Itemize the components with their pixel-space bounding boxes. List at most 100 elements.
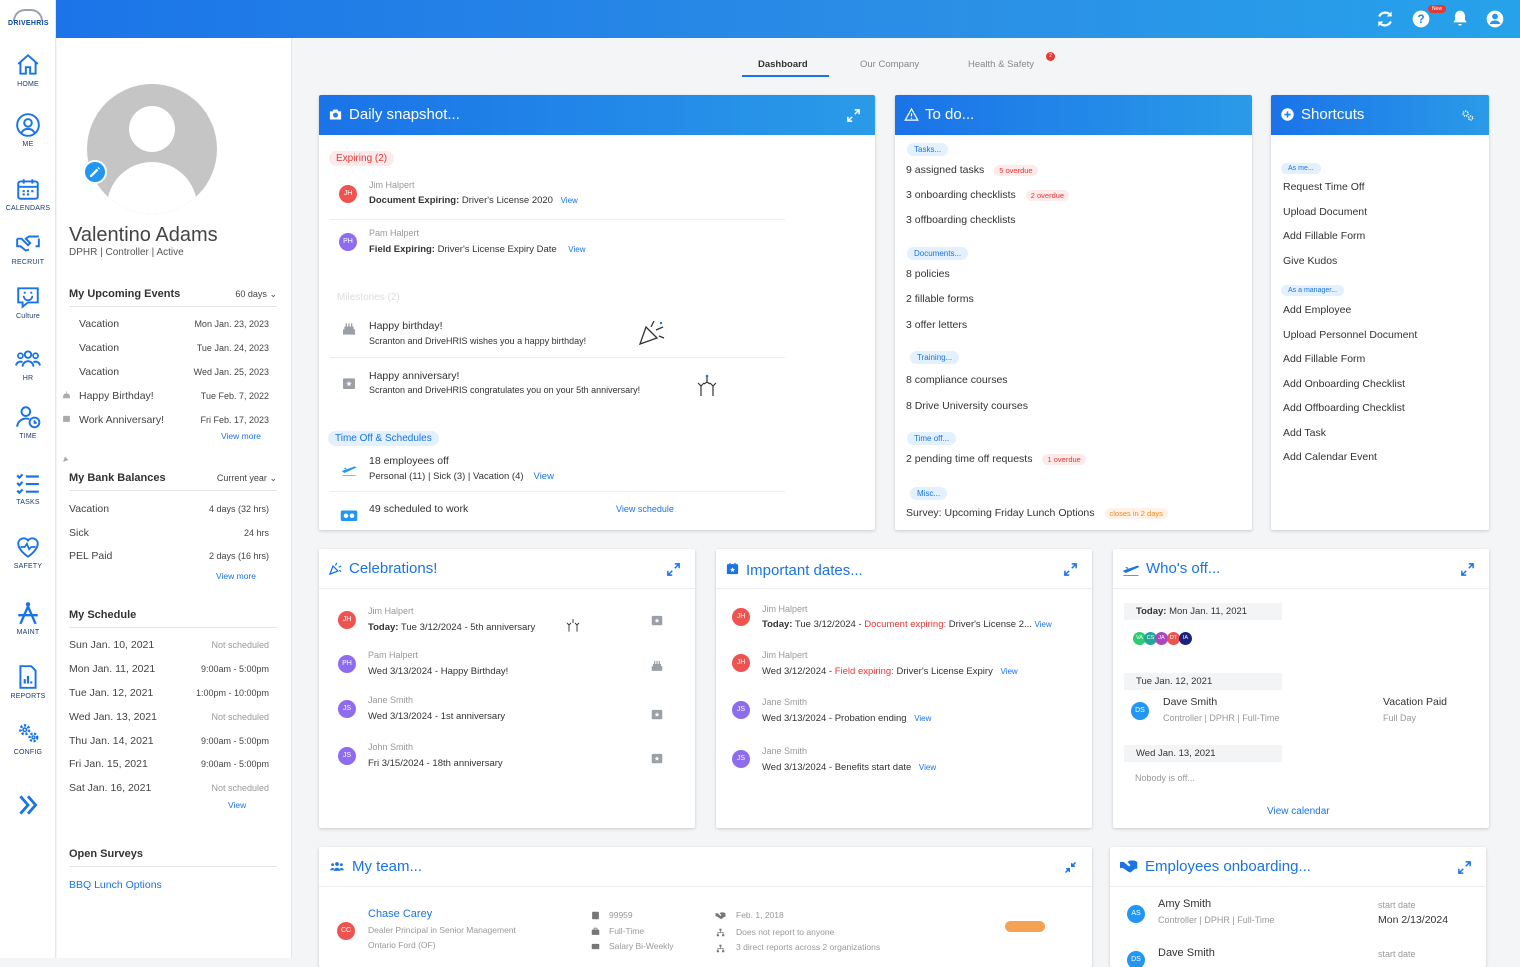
team-member-role: Dealer Principal in Senior Management — [368, 925, 516, 935]
calendar-star-icon[interactable] — [650, 707, 664, 721]
nav-maint[interactable]: MAINT — [0, 600, 56, 636]
survey-link[interactable]: BBQ Lunch Options — [69, 879, 162, 891]
person-name: Dave Smith — [1158, 947, 1215, 959]
calendar-star-icon[interactable] — [650, 613, 664, 627]
employee-id: 99959 — [609, 910, 633, 920]
expiring-pill: Expiring (2) — [329, 151, 395, 166]
todo-item[interactable]: 9 assigned tasks 5 overdue — [906, 164, 1038, 176]
todo-item[interactable]: 2 pending time off requests 1 overdue — [906, 453, 1086, 465]
event-row[interactable]: Happy Birthday! Tue Feb. 7, 2022 — [79, 390, 269, 402]
nav-label: TIME — [19, 433, 37, 440]
schedule-row: Sat Jan. 16, 2021 Not scheduled — [69, 782, 269, 794]
todo-item[interactable]: 8 Drive University courses — [906, 400, 1028, 412]
nav-expand[interactable] — [0, 792, 56, 818]
shortcut-request-time-off[interactable]: Request Time Off — [1283, 181, 1365, 193]
schedule-row: Sun Jan. 10, 2021 Not scheduled — [69, 639, 269, 651]
nav-label: ME — [22, 141, 34, 148]
view-link[interactable]: View — [919, 763, 936, 772]
nav-reports[interactable]: REPORTS — [0, 664, 56, 700]
shortcut-add-offboarding-checklist[interactable]: Add Offboarding Checklist — [1283, 402, 1405, 414]
nav-time[interactable]: TIME — [0, 404, 56, 440]
event-row[interactable]: Vacation Tue Jan. 24, 2023 — [79, 342, 269, 354]
settings-gears-icon[interactable] — [1460, 108, 1475, 123]
event-row[interactable]: Vacation Wed Jan. 25, 2023 — [79, 366, 269, 378]
view-schedule-link[interactable]: View schedule — [616, 504, 674, 514]
bell-icon[interactable] — [1450, 9, 1470, 29]
calendar-icon — [17, 179, 39, 200]
schedule-view-link[interactable]: View — [228, 800, 246, 810]
money-icon — [591, 943, 600, 950]
shortcut-add-onboarding-checklist[interactable]: Add Onboarding Checklist — [1283, 378, 1405, 390]
shortcut-add-fillable-form[interactable]: Add Fillable Form — [1283, 353, 1365, 365]
person-name: Jim Halpert — [762, 650, 808, 660]
todo-item[interactable]: 8 policies — [906, 268, 950, 280]
calendar-star-icon — [63, 415, 70, 422]
view-link[interactable]: View — [1035, 620, 1052, 629]
app-logo[interactable]: DRIVEHRIS — [0, 0, 56, 38]
employees-off: 18 employees off — [369, 455, 449, 467]
todo-item[interactable]: Survey: Upcoming Friday Lunch Options clo… — [906, 507, 1168, 519]
view-link[interactable]: View — [914, 714, 931, 723]
tab-health-safety[interactable]: Health & Safety — [968, 59, 1034, 70]
expand-icon[interactable] — [1063, 562, 1078, 577]
nav-home[interactable]: HOME — [0, 52, 56, 88]
card-header: Who's off... — [1113, 549, 1489, 589]
handshake-icon — [715, 912, 726, 920]
shortcut-add-task[interactable]: Add Task — [1283, 427, 1326, 439]
todo-group-label: Misc... — [910, 487, 948, 500]
nav-culture[interactable]: Culture — [0, 284, 56, 320]
expand-icon[interactable] — [846, 108, 861, 123]
expand-icon[interactable] — [1460, 562, 1475, 577]
nav-safety[interactable]: SAFETY — [0, 534, 56, 570]
edit-avatar-button[interactable] — [83, 160, 107, 184]
handshake-icon — [16, 235, 40, 252]
view-calendar-link[interactable]: View calendar — [1267, 806, 1330, 817]
nav-me[interactable]: ME — [0, 112, 56, 148]
shortcut-add-calendar-event[interactable]: Add Calendar Event — [1283, 451, 1377, 463]
shortcut-upload-personnel-document[interactable]: Upload Personnel Document — [1283, 329, 1417, 341]
nav-recruit[interactable]: RECRUIT — [0, 230, 56, 266]
reports-to: Does not report to anyone — [736, 927, 835, 937]
todo-item[interactable]: 3 offboarding checklists — [906, 214, 1016, 226]
balance-row: PEL Paid 2 days (16 hrs) — [69, 550, 269, 562]
nav-config[interactable]: CONFIG — [0, 720, 56, 756]
collapse-icon[interactable] — [1063, 860, 1078, 875]
shortcut-upload-document[interactable]: Upload Document — [1283, 206, 1367, 218]
bank-range-select[interactable]: Current year ⌄ — [217, 473, 277, 484]
tab-dashboard[interactable]: Dashboard — [758, 59, 808, 70]
shortcut-add-fillable-form[interactable]: Add Fillable Form — [1283, 230, 1365, 242]
todo-item[interactable]: 8 compliance courses — [906, 374, 1008, 386]
shortcut-add-employee[interactable]: Add Employee — [1283, 304, 1351, 316]
user-circle-icon — [16, 113, 40, 137]
calendar-star-icon[interactable] — [650, 751, 664, 765]
view-link[interactable]: View — [568, 245, 585, 254]
events-view-more-link[interactable]: View more — [221, 431, 261, 441]
avatar[interactable]: IA — [1179, 632, 1192, 645]
view-link[interactable]: View — [1000, 667, 1017, 676]
avatar: DS — [1131, 702, 1149, 720]
event-row[interactable]: Work Anniversary! Fri Feb. 17, 2023 — [79, 414, 269, 426]
checklist-icon — [16, 473, 39, 495]
nav-hr[interactable]: HR — [0, 346, 56, 382]
view-link[interactable]: View — [534, 471, 554, 482]
bank-view-more-link[interactable]: View more — [216, 571, 256, 581]
todo-item[interactable]: 3 offer letters — [906, 319, 967, 331]
event-row[interactable]: Vacation Mon Jan. 23, 2023 — [79, 318, 269, 330]
tab-our-company[interactable]: Our Company — [860, 59, 919, 70]
closing-badge: closes in 2 days — [1104, 508, 1168, 519]
refresh-icon[interactable] — [1375, 9, 1395, 29]
cake-icon[interactable] — [650, 658, 664, 672]
shortcut-give-kudos[interactable]: Give Kudos — [1283, 255, 1337, 267]
nav-calendars[interactable]: CALENDARS — [0, 176, 56, 212]
todo-item[interactable]: 3 onboarding checklists 2 overdue — [906, 189, 1070, 201]
nav-tasks[interactable]: TASKS — [0, 470, 56, 506]
expand-icon[interactable] — [1457, 860, 1472, 875]
team-member-name[interactable]: Chase Carey — [368, 908, 432, 920]
view-link[interactable]: View — [561, 196, 578, 205]
avatar: JH — [339, 185, 357, 203]
help-icon[interactable]: ? — [1411, 9, 1431, 29]
account-icon[interactable] — [1485, 9, 1505, 29]
todo-item[interactable]: 2 fillable forms — [906, 293, 974, 305]
expand-icon[interactable] — [666, 562, 681, 577]
events-range-select[interactable]: 60 days ⌄ — [235, 289, 277, 300]
